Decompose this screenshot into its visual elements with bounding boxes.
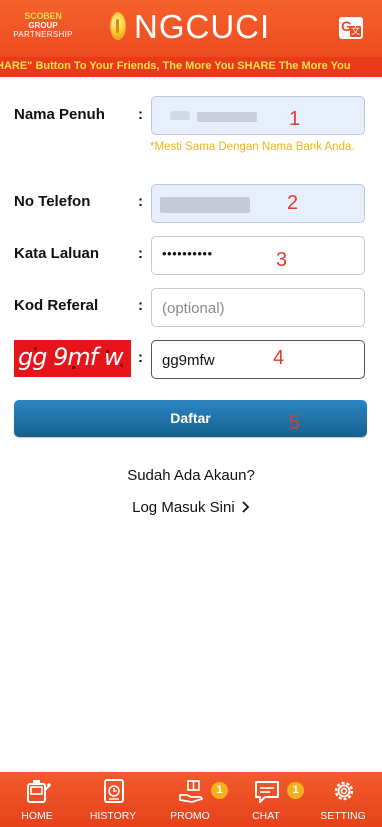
login-link-label: Log Masuk Sini [132,499,235,516]
full-name-label: Nama Penuh [14,106,105,123]
password-label: Kata Laluan [14,245,100,262]
step-number-4: 4 [273,347,285,369]
full-name-note: *Mesti Sama Dengan Nama Bank Anda. [150,141,355,153]
step-number-2: 2 [287,192,299,214]
captcha-colon: : [138,349,143,366]
promo-badge: 1 [211,782,228,799]
nav-history[interactable]: HISTORY [77,772,149,827]
phone-input[interactable] [151,184,365,223]
app-header: SCOBEN GROUP PARTNERSHIP NGCUCI G文 [0,0,382,57]
register-button-label: Daftar [170,410,211,426]
password-colon: : [138,245,143,262]
nav-promo[interactable]: PROMO [154,772,226,827]
full-name-colon: : [138,106,143,123]
full-name-input[interactable] [151,96,365,135]
translate-icon[interactable]: G文 [339,17,363,39]
nav-home[interactable]: HOME [1,772,73,827]
password-value: •••••••••• [162,246,213,261]
phone-colon: : [138,193,143,210]
history-icon [104,779,124,803]
settings-gear-icon [334,781,354,801]
nav-chat[interactable]: CHAT [230,772,302,827]
chat-badge: 1 [287,782,304,799]
nav-promo-label: PROMO [170,810,210,822]
chevron-right-icon [242,501,250,513]
referral-input[interactable]: (optional) [151,288,365,327]
step-number-3: 3 [276,249,288,271]
bottom-navigation: HOME HISTORY PROMO 1 CHAT 1 SETTING [0,772,382,827]
step-number-5: 5 [289,412,301,434]
home-slot-icon [27,780,51,803]
announcement-marquee: HARE" Button To Your Friends, The More Y… [0,57,382,77]
nav-chat-label: CHAT [252,810,280,822]
referral-placeholder: (optional) [162,300,225,317]
captcha-value: gg9mfw [162,352,215,369]
coin-icon [111,13,125,39]
nav-setting[interactable]: SETTING [307,772,379,827]
login-link[interactable]: Log Masuk Sini [0,499,382,516]
password-input[interactable]: •••••••••• [151,236,365,275]
marquee-text: HARE" Button To Your Friends, The More Y… [0,60,351,72]
register-button[interactable]: Daftar [14,400,367,437]
partner-logo: SCOBEN GROUP PARTNERSHIP [13,11,73,40]
nav-setting-label: SETTING [320,810,366,822]
phone-label: No Telefon [14,193,91,210]
already-have-account-text: Sudah Ada Akaun? [127,467,255,484]
captcha-input[interactable]: gg9mfw [151,340,365,379]
step-number-1: 1 [289,108,301,130]
nav-history-label: HISTORY [89,810,137,822]
referral-colon: : [138,297,143,314]
promo-gift-icon [179,780,203,803]
brand-title: NGCUCI [134,8,271,45]
nav-home-label: HOME [21,810,53,822]
chat-icon [255,781,279,803]
captcha-image: gg 9mf w [14,340,131,377]
referral-label: Kod Referal [14,297,99,314]
